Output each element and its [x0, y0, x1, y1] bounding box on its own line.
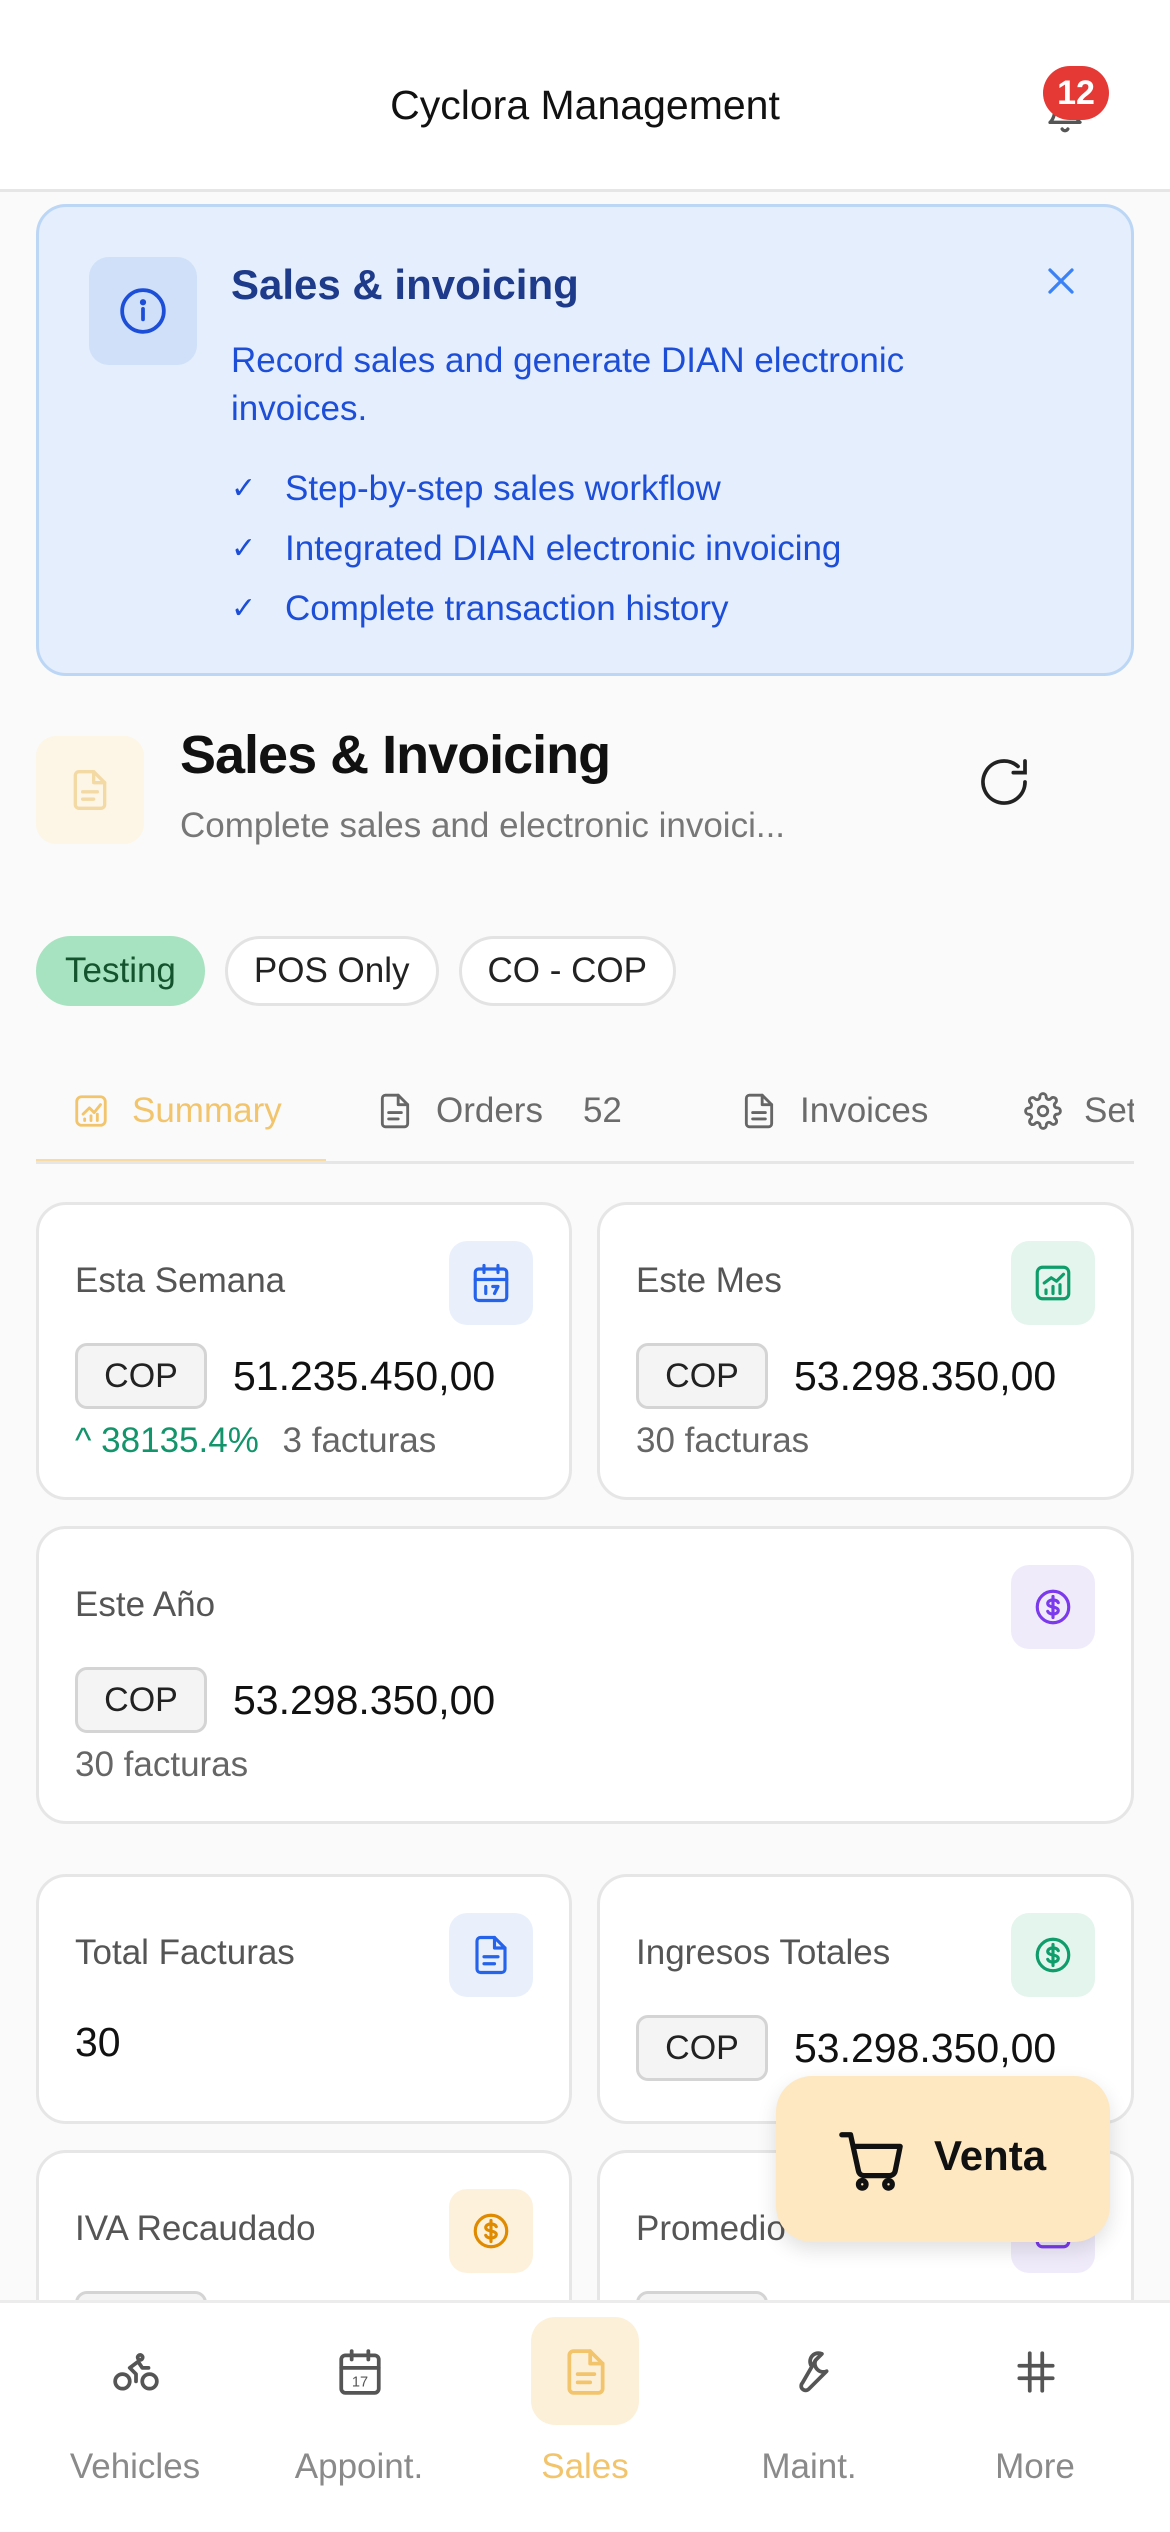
card-icon-box: [449, 1913, 533, 1997]
card-label: IVA Recaudado: [75, 2209, 316, 2248]
document-icon: [73, 770, 107, 810]
card-this-month: Este Mes COP 53.298.350,00 30 facturas: [597, 1202, 1134, 1500]
chip-testing: Testing: [36, 936, 205, 1006]
currency-badge: COP: [636, 2015, 768, 2081]
file-icon: [744, 1093, 774, 1129]
check-icon: ✓: [231, 592, 257, 625]
banner-feature: ✓ Complete transaction history: [231, 579, 841, 639]
currency-badge: COP: [636, 1343, 768, 1409]
card-icon-box: [449, 2189, 533, 2273]
wrench-icon: [799, 2351, 829, 2393]
nav-sales[interactable]: Sales: [468, 2303, 702, 2532]
card-icon-box: [1011, 1565, 1095, 1649]
tab-bar: Summary Orders 52 Invoices Settings: [36, 1058, 1134, 1164]
banner-feature: ✓ Integrated DIAN electronic invoicing: [231, 519, 841, 579]
notification-badge: 12: [1043, 66, 1109, 120]
check-icon: ✓: [231, 472, 257, 505]
info-icon-box: [89, 257, 197, 365]
nav-vehicles[interactable]: Vehicles: [18, 2303, 252, 2532]
chart-icon: [75, 1095, 107, 1127]
gear-icon: [1024, 1092, 1062, 1130]
page-subtitle: Complete sales and electronic invoici...: [180, 806, 786, 845]
amount-value: 51.235.450,00: [233, 1353, 496, 1399]
card-icon-box: [1011, 1913, 1095, 1997]
card-label: Ingresos Totales: [636, 1933, 891, 1972]
banner-description: Record sales and generate DIAN electroni…: [231, 341, 905, 428]
orders-count: 52: [582, 1091, 622, 1130]
amount-value: 53.298.350,00: [794, 1353, 1057, 1399]
card-icon-box: [449, 1241, 533, 1325]
dollar-circle-icon: [1035, 1937, 1071, 1973]
calendar-icon: [473, 1263, 509, 1303]
svg-text:17: 17: [352, 2375, 368, 2391]
banner-title: Sales & invoicing: [231, 261, 579, 308]
card-icon-box: [1011, 1241, 1095, 1325]
nav-more[interactable]: More: [918, 2303, 1152, 2532]
dollar-circle-icon: [473, 2213, 509, 2249]
document-icon: [475, 1935, 507, 1975]
shopping-cart-icon: [839, 2132, 903, 2191]
close-icon: [1048, 268, 1074, 294]
tab-summary[interactable]: Summary: [72, 1058, 282, 1161]
banner-feature: ✓ Step-by-step sales workflow: [231, 459, 841, 519]
info-icon: [120, 288, 166, 334]
chip-pos-only: POS Only: [224, 936, 439, 1006]
card-this-year: Este Año COP 53.298.350,00 30 facturas: [36, 1526, 1134, 1824]
card-label: Este Año: [75, 1585, 216, 1624]
card-meta: ^ 38135.4% 3 facturas: [75, 1421, 436, 1461]
banner-feature-list: ✓ Step-by-step sales workflow ✓ Integrated…: [231, 459, 841, 639]
currency-badge: COP: [75, 1343, 207, 1409]
chip-country-currency: CO - COP: [458, 936, 676, 1006]
tab-settings[interactable]: Settings: [1024, 1058, 1134, 1161]
banner-close-button[interactable]: [1039, 259, 1083, 303]
document-icon: [567, 2349, 605, 2395]
amount-value: 53.298.350,00: [233, 1677, 496, 1723]
dollar-circle-icon: [1035, 1589, 1071, 1625]
status-chips: Testing POS Only CO - COP: [36, 936, 676, 1006]
bicycle-icon: [113, 2353, 159, 2391]
card-total-invoices: Total Facturas 30: [36, 1874, 572, 2124]
tab-active-underline: [36, 1159, 326, 1161]
total-invoices-value: 30: [75, 2019, 121, 2065]
app-title: Cyclora Management: [390, 82, 780, 128]
card-label: Total Facturas: [75, 1933, 295, 1972]
invoice-count: 30 facturas: [636, 1421, 810, 1460]
amount-value: 53.298.350,00: [794, 2025, 1057, 2071]
document-icon: [380, 1093, 410, 1129]
card-label: Promedio: [636, 2209, 786, 2248]
app-header: Cyclora Management 12: [0, 0, 1170, 192]
trend-value: 38135.4%: [101, 1421, 259, 1460]
new-sale-label: Venta: [934, 2132, 1047, 2179]
refresh-icon: [981, 759, 1027, 805]
trend-up-icon: ^: [75, 1421, 92, 1460]
calendar-icon: 17: [339, 2349, 381, 2395]
card-label: Este Mes: [636, 1261, 782, 1300]
hash-icon: [1017, 2351, 1055, 2393]
currency-badge: COP: [75, 1667, 207, 1733]
tab-orders[interactable]: Orders 52: [376, 1058, 622, 1161]
invoice-count: 30 facturas: [75, 1745, 249, 1784]
section-icon-box: [36, 736, 144, 844]
chart-icon: [1035, 1265, 1071, 1301]
tab-invoices[interactable]: Invoices: [740, 1058, 928, 1161]
card-this-week: Esta Semana COP 51.235.450,00 ^ 38135.4%…: [36, 1202, 572, 1500]
check-icon: ✓: [231, 532, 257, 565]
page-title: Sales & Invoicing: [180, 725, 611, 785]
refresh-button[interactable]: [976, 754, 1032, 810]
card-label: Esta Semana: [75, 1261, 286, 1300]
invoice-count: 3 facturas: [282, 1421, 437, 1460]
new-sale-button[interactable]: Venta: [776, 2076, 1110, 2242]
nav-maintenance[interactable]: Maint.: [692, 2303, 926, 2532]
nav-appointments[interactable]: 17 Appoint.: [242, 2303, 476, 2532]
bottom-navigation: Vehicles 17 Appoint. Sales Maint. More: [0, 2300, 1170, 2532]
info-banner: Sales & invoicing Record sales and gener…: [36, 204, 1134, 676]
